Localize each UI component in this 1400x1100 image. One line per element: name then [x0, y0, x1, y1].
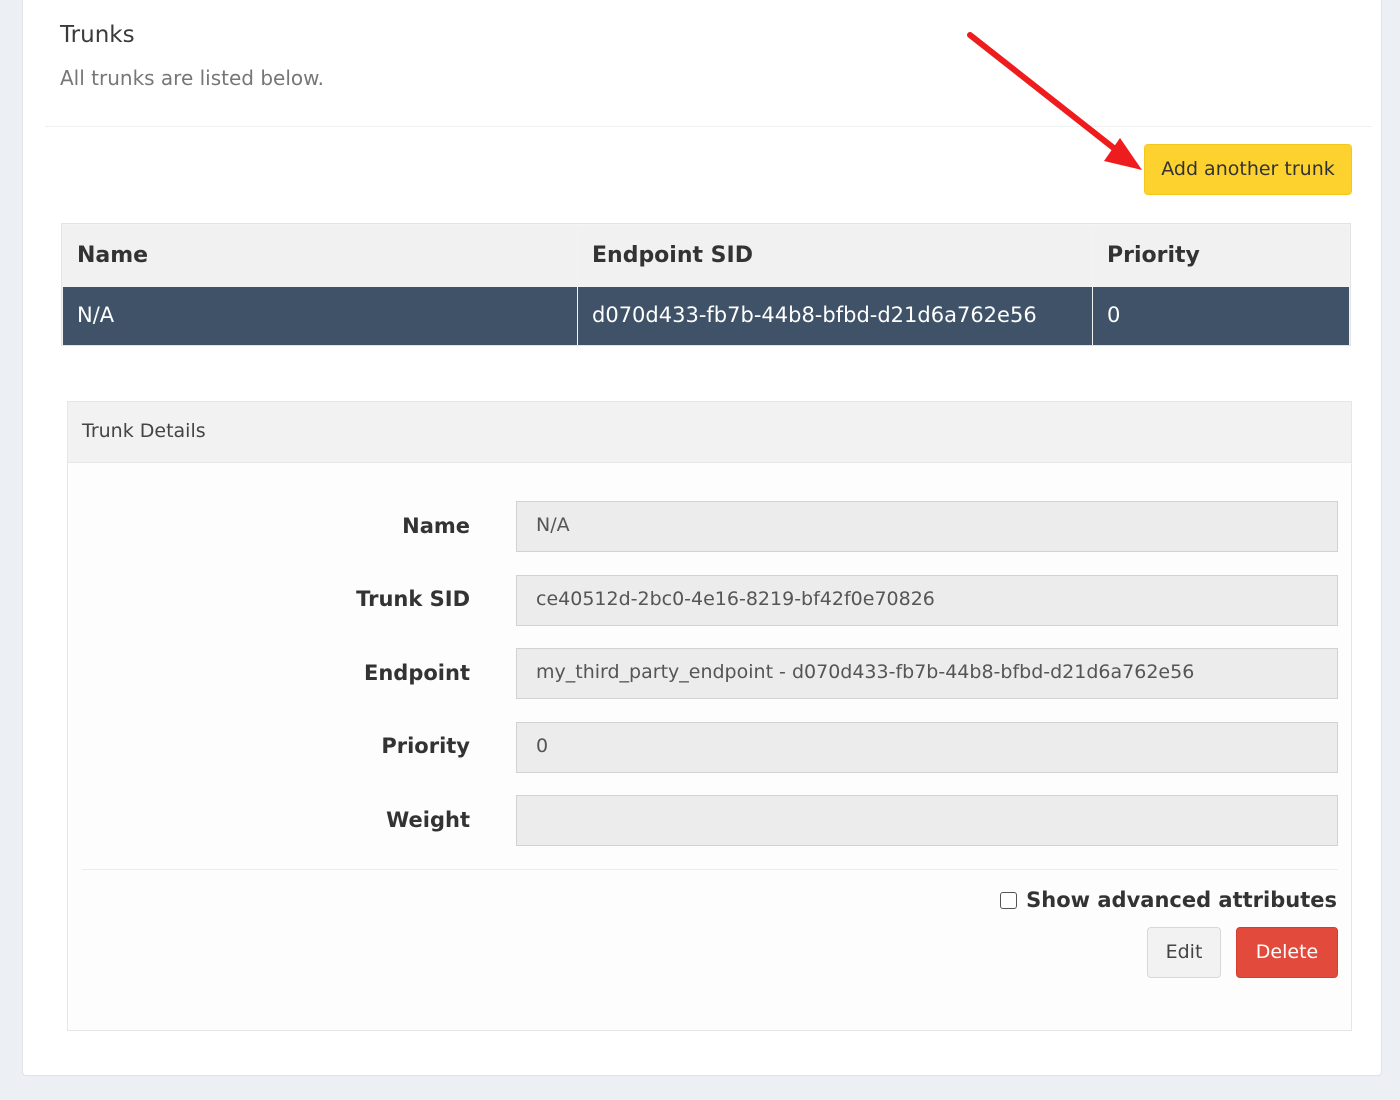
- delete-button[interactable]: Delete: [1236, 927, 1338, 978]
- trunks-table: Name Endpoint SID Priority N/A d070d433-…: [61, 223, 1351, 346]
- weight-label: Weight: [386, 808, 470, 832]
- name-label: Name: [402, 514, 470, 538]
- cell-name[interactable]: N/A: [63, 287, 577, 345]
- header-divider: [45, 126, 1372, 127]
- show-advanced-checkbox[interactable]: [1000, 891, 1018, 909]
- cell-priority[interactable]: 0: [1093, 287, 1349, 345]
- show-advanced-label: Show advanced attributes: [1026, 888, 1337, 912]
- details-divider: [82, 869, 1338, 870]
- show-advanced-toggle[interactable]: Show advanced attributes: [1000, 888, 1337, 912]
- trunk-sid-field[interactable]: ce40512d-2bc0-4e16-8219-bf42f0e70826: [516, 575, 1338, 626]
- trunk-details-panel: Trunk Details Name N/A Trunk SID ce40512…: [67, 401, 1352, 1031]
- endpoint-field[interactable]: my_third_party_endpoint - d070d433-fb7b-…: [516, 648, 1338, 699]
- column-header-endpoint-sid[interactable]: Endpoint SID: [578, 226, 1092, 286]
- page-title: Trunks: [60, 22, 135, 48]
- priority-field[interactable]: 0: [516, 722, 1338, 773]
- column-header-priority[interactable]: Priority: [1093, 226, 1349, 286]
- trunk-details-title: Trunk Details: [82, 420, 206, 442]
- weight-field[interactable]: [516, 795, 1338, 846]
- name-field[interactable]: N/A: [516, 501, 1338, 552]
- column-header-name[interactable]: Name: [63, 226, 577, 286]
- priority-label: Priority: [381, 734, 470, 758]
- trunk-sid-label: Trunk SID: [356, 587, 470, 611]
- annotation-arrow-icon: [967, 32, 1142, 170]
- trunk-details-header: Trunk Details: [68, 402, 1351, 463]
- endpoint-label: Endpoint: [364, 661, 470, 685]
- page-subtitle: All trunks are listed below.: [60, 66, 325, 90]
- add-trunk-button[interactable]: Add another trunk: [1144, 144, 1352, 195]
- cell-endpoint-sid[interactable]: d070d433-fb7b-44b8-bfbd-d21d6a762e56: [578, 287, 1092, 345]
- edit-button[interactable]: Edit: [1147, 927, 1221, 978]
